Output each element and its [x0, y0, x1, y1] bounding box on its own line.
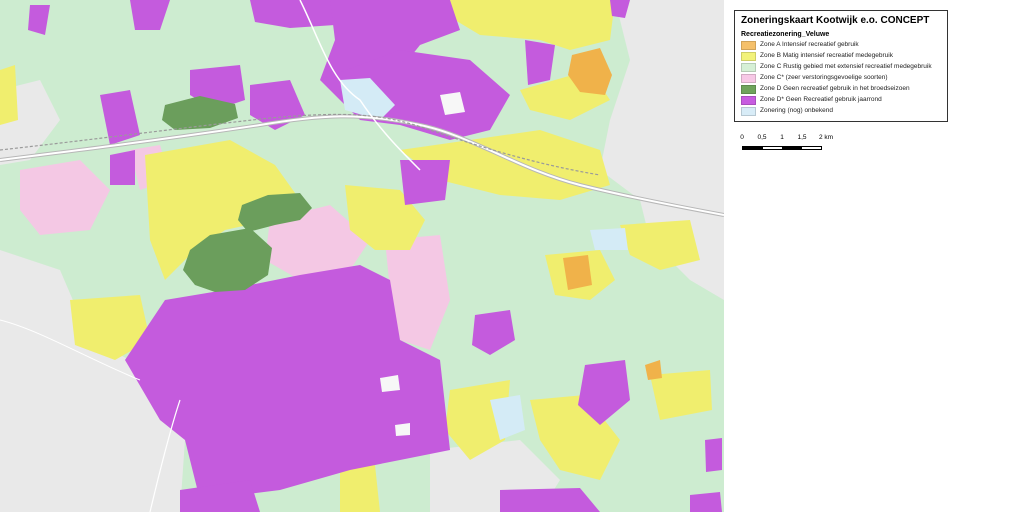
scale-bar: 0 0,5 1 1,5 2 km: [740, 134, 834, 156]
legend-item-label: Zone B Matig intensief recreatief medege…: [760, 52, 893, 59]
legend-item-label: Zone C Rustig gebied met extensief recre…: [760, 63, 932, 70]
yellow-bottom: [340, 465, 380, 512]
scale-label: 2 km: [818, 134, 834, 141]
legend-swatch: [741, 40, 756, 50]
orange-east: [563, 255, 592, 290]
scale-label: 1: [780, 134, 784, 141]
purple-center: [400, 160, 450, 205]
legend-items: Zone A Intensief recreatief gebruik Zone…: [741, 40, 941, 116]
legend-item-zone-b: Zone B Matig intensief recreatief medege…: [741, 51, 941, 61]
legend-swatch: [741, 62, 756, 72]
scale-segment: [782, 147, 802, 149]
legend-item-label: Zone D Geen recreatief gebruik in het br…: [760, 85, 910, 92]
blue-east: [590, 228, 628, 250]
legend-item-zone-c-star: Zone C* (zeer verstoringsgevoelige soort…: [741, 73, 941, 83]
scale-segment: [743, 147, 763, 149]
purple-west-small: [110, 150, 135, 185]
legend-swatch: [741, 95, 756, 105]
scale-bar-graphic: [742, 146, 822, 150]
scale-segment: [762, 147, 782, 149]
legend-swatch: [741, 106, 756, 116]
scale-label: 1,5: [797, 134, 807, 141]
legend-item-zone-c: Zone C Rustig gebied met extensief recre…: [741, 62, 941, 72]
scale-label: 0: [740, 134, 744, 141]
legend-item-label: Zone C* (zeer verstoringsgevoelige soort…: [760, 74, 888, 81]
scale-segment: [801, 147, 821, 149]
legend-item-zone-d-star: Zone D* Geen Recreatief gebruik jaarrond: [741, 95, 941, 105]
map-canvas[interactable]: [0, 0, 724, 512]
legend-subtitle: Recreatiezonering_Veluwe: [741, 31, 830, 38]
legend-item-zone-unknown: Zonering (nog) onbekend: [741, 106, 941, 116]
legend-item-zone-d: Zone D Geen recreatief gebruik in het br…: [741, 84, 941, 94]
legend-swatch: [741, 51, 756, 61]
legend-item-label: Zone A Intensief recreatief gebruik: [760, 41, 859, 48]
purple-edge: [705, 438, 722, 472]
yellow-west-edge: [0, 65, 18, 125]
legend-item-label: Zonering (nog) onbekend: [760, 107, 833, 114]
map-legend: Zoneringskaart Kootwijk e.o. CONCEPT Rec…: [734, 10, 948, 122]
map-svg: [0, 0, 724, 512]
scale-label: 0,5: [757, 134, 767, 141]
purple-edge-bottom: [690, 492, 722, 512]
legend-item-zone-a: Zone A Intensief recreatief gebruik: [741, 40, 941, 50]
legend-item-label: Zone D* Geen Recreatief gebruik jaarrond: [760, 96, 882, 103]
legend-swatch: [741, 84, 756, 94]
legend-title: Zoneringskaart Kootwijk e.o. CONCEPT: [741, 15, 930, 26]
legend-swatch: [741, 73, 756, 83]
